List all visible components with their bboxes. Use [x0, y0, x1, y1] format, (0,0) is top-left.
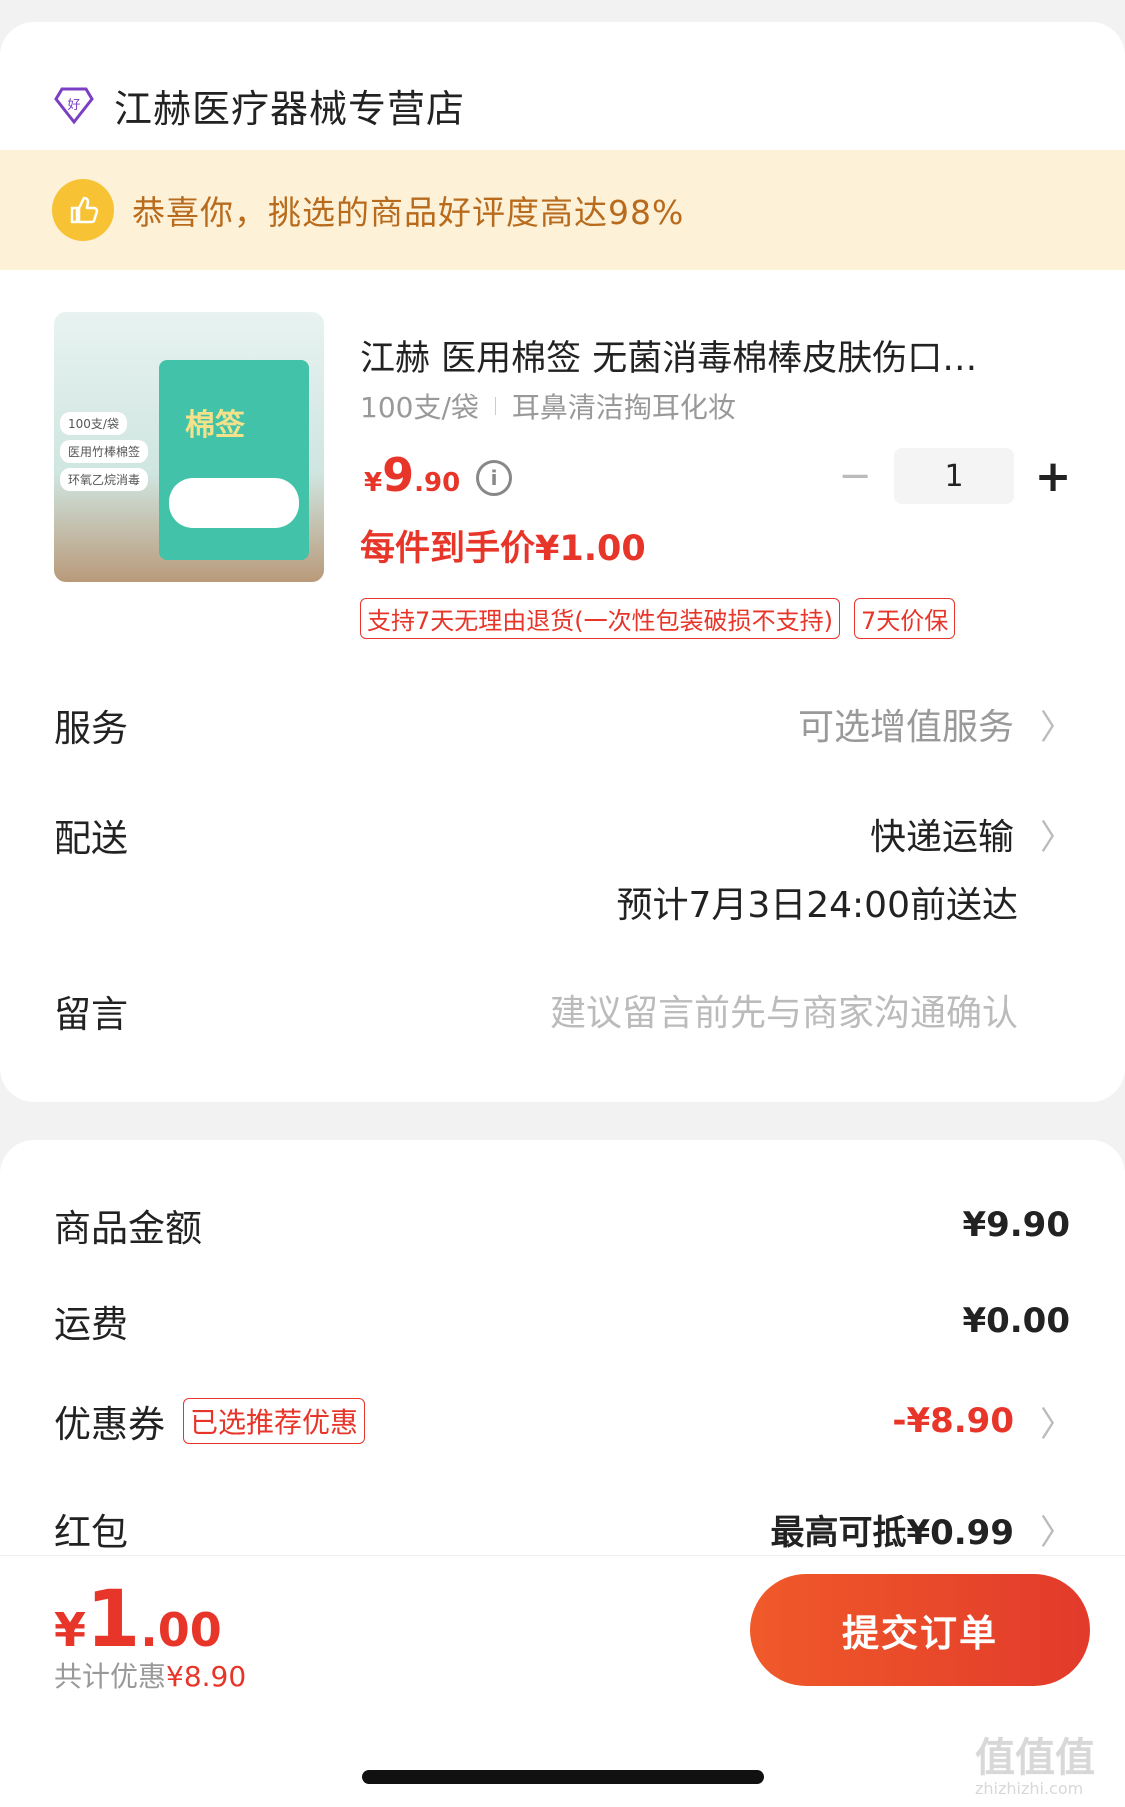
price-currency: ¥	[364, 468, 383, 498]
unit-price: ¥ 9 .90	[364, 448, 460, 502]
redpacket-row[interactable]: 红包 最高可抵¥0.99 〉	[54, 1502, 1074, 1556]
total-int: 1	[86, 1575, 141, 1665]
image-tag: 100支/袋	[60, 412, 127, 435]
delivery-method: 快递运输	[869, 817, 1014, 858]
spec-usage: 耳鼻清洁掏耳化妆	[511, 391, 736, 424]
discount-amount: ¥8.90	[166, 1660, 247, 1693]
product-spec[interactable]: 100支/袋 耳鼻清洁掏耳化妆	[360, 386, 736, 426]
praise-banner: 恭喜你，挑选的商品好评度高达98%	[0, 150, 1125, 270]
product-package: 棉签	[159, 360, 309, 560]
increase-button[interactable]: +	[1028, 451, 1078, 502]
service-row[interactable]: 服务 可选增值服务 〉	[54, 698, 1074, 752]
chevron-right-icon: 〉	[1040, 1404, 1074, 1445]
thumbs-up-icon	[52, 179, 114, 241]
discount-label: 共计优惠	[54, 1660, 167, 1693]
message-row[interactable]: 留言 建议留言前先与商家沟通确认	[54, 984, 1074, 1038]
redpacket-amount: 最高可抵¥0.99	[770, 1512, 1014, 1553]
chevron-right-icon: 〉	[1040, 707, 1074, 748]
praise-text: 恭喜你，挑选的商品好评度高达98%	[132, 193, 685, 232]
quantity-input[interactable]: 1	[894, 448, 1014, 504]
submit-order-button[interactable]: 提交订单	[750, 1574, 1090, 1686]
spec-divider	[494, 397, 496, 415]
shipping-label: 运费	[54, 1303, 128, 1346]
goods-amount-row: 商品金额 ¥9.90	[54, 1198, 1070, 1252]
price-protect-tag: 7天价保	[854, 598, 956, 639]
product-title[interactable]: 江赫 医用棉签 无菌消毒棉棒皮肤伤口…	[360, 330, 1070, 381]
delivery-eta: 预计7月3日24:00前送达	[616, 885, 1018, 926]
goods-amount: ¥9.90	[962, 1205, 1070, 1245]
hand-price: 每件到手价¥1.00	[360, 529, 646, 569]
watermark: 值值值 zhizhizhi.com	[975, 1735, 1095, 1798]
price-dec: .90	[414, 468, 461, 498]
store-name: 江赫医疗器械专营店	[114, 86, 466, 131]
quantity-stepper: − 1 +	[830, 448, 1078, 504]
message-label: 留言	[54, 993, 128, 1036]
message-input[interactable]: 建议留言前先与商家沟通确认	[550, 984, 1018, 1036]
goods-amount-label: 商品金额	[54, 1207, 202, 1250]
image-tag: 环氧乙烷消毒	[60, 468, 149, 491]
decrease-button[interactable]: −	[830, 451, 880, 501]
price-int: 9	[382, 448, 415, 502]
package-title: 棉签	[185, 408, 245, 443]
coupon-amount: -¥8.90	[892, 1401, 1014, 1441]
total-dec: .00	[140, 1603, 222, 1657]
return-policy-tag: 支持7天无理由退货(一次性包装破损不支持)	[360, 598, 840, 639]
coupon-selected-tag: 已选推荐优惠	[183, 1398, 366, 1444]
shipping-amount: ¥0.00	[962, 1301, 1070, 1341]
info-icon[interactable]: i	[476, 460, 512, 496]
delivery-row[interactable]: 配送 快递运输 〉 预计7月3日24:00前送达	[54, 808, 1074, 928]
spec-size: 100支/袋	[360, 391, 479, 424]
svg-text:好: 好	[67, 98, 80, 113]
home-indicator[interactable]	[362, 1770, 764, 1784]
total-currency: ¥	[54, 1603, 87, 1657]
chevron-right-icon: 〉	[1040, 1512, 1074, 1553]
shipping-row: 运费 ¥0.00	[54, 1294, 1070, 1348]
chevron-right-icon: 〉	[1040, 817, 1074, 858]
delivery-label: 配送	[54, 817, 128, 860]
product-image[interactable]: 100支/袋 医用竹棒棉签 环氧乙烷消毒 棉签	[54, 312, 324, 582]
total-price: ¥ 1 .00	[54, 1575, 222, 1665]
coupon-row[interactable]: 优惠券 已选推荐优惠 -¥8.90 〉	[54, 1394, 1074, 1448]
store-header[interactable]: 好 江赫医疗器械专营店	[54, 60, 465, 150]
service-label: 服务	[54, 707, 128, 750]
service-tags: 支持7天无理由退货(一次性包装破损不支持) 7天价保	[360, 598, 969, 639]
redpacket-label: 红包	[54, 1511, 128, 1554]
coupon-label: 优惠券	[54, 1403, 165, 1446]
good-store-diamond-icon: 好	[54, 87, 94, 125]
total-discount: 共计优惠¥8.90	[54, 1655, 246, 1695]
image-tag: 医用竹棒棉签	[60, 440, 149, 463]
service-value: 可选增值服务	[797, 707, 1014, 748]
